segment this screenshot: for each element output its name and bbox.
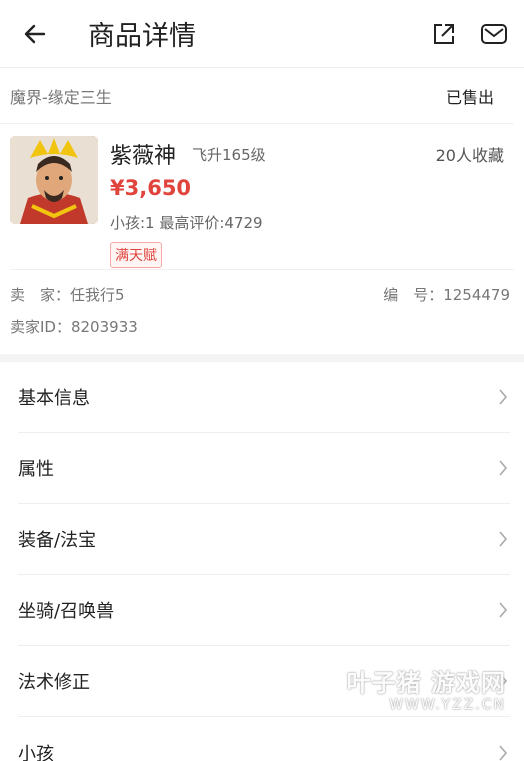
menu-item-children[interactable]: 小孩 bbox=[18, 717, 510, 761]
section-divider bbox=[0, 354, 524, 362]
back-button[interactable] bbox=[20, 19, 50, 49]
chevron-right-icon bbox=[496, 387, 510, 407]
menu-item-label: 基本信息 bbox=[18, 388, 90, 409]
menu-item-label: 属性 bbox=[18, 459, 54, 480]
chevron-right-icon bbox=[496, 458, 510, 478]
message-button[interactable] bbox=[480, 20, 508, 48]
listing-card[interactable]: 紫薇神 飞升165级 20人收藏 ¥3,650 小孩:1 最高评价:4729 满… bbox=[10, 124, 514, 270]
seller-id: 卖家ID：8203933 bbox=[10, 318, 138, 336]
detail-menu: 基本信息 属性 装备/法宝 坐骑/召唤兽 法术修正 小孩 bbox=[0, 362, 524, 761]
child-rating-info: 小孩:1 最高评价:4729 bbox=[110, 214, 263, 232]
seller-info: 卖 家：任我行5 编 号：1254479 卖家ID：8203933 bbox=[0, 270, 524, 354]
share-external-icon bbox=[434, 23, 454, 44]
mail-icon bbox=[481, 23, 507, 44]
chevron-right-icon bbox=[496, 529, 510, 549]
character-level: 飞升165级 bbox=[192, 146, 266, 164]
menu-item-attributes[interactable]: 属性 bbox=[18, 433, 510, 504]
favorite-count: 20人收藏 bbox=[435, 146, 504, 165]
character-avatar bbox=[10, 136, 98, 224]
menu-item-label: 法术修正 bbox=[18, 672, 90, 693]
chevron-right-icon bbox=[496, 671, 510, 691]
menu-item-label: 装备/法宝 bbox=[18, 530, 97, 551]
top-bar: 商品详情 bbox=[0, 0, 524, 68]
character-name: 紫薇神 bbox=[110, 144, 177, 169]
page-title: 商品详情 bbox=[88, 21, 196, 52]
menu-item-label: 小孩 bbox=[18, 743, 54, 761]
menu-item-spell-correction[interactable]: 法术修正 bbox=[18, 646, 510, 717]
server-name: 魔界-缘定三生 bbox=[10, 87, 112, 107]
chevron-right-icon bbox=[496, 743, 510, 761]
seller-name: 卖 家：任我行5 bbox=[10, 286, 125, 304]
menu-item-equipment[interactable]: 装备/法宝 bbox=[18, 504, 510, 575]
menu-item-label: 坐骑/召唤兽 bbox=[18, 601, 115, 622]
menu-item-basic-info[interactable]: 基本信息 bbox=[18, 362, 510, 433]
serial-number: 编 号：1254479 bbox=[383, 286, 510, 304]
talent-tag: 满天赋 bbox=[110, 242, 162, 268]
status-badge: 已售出 bbox=[445, 87, 494, 107]
server-row: 魔界-缘定三生 已售出 bbox=[0, 68, 514, 124]
arrow-left-icon bbox=[24, 24, 46, 43]
menu-item-mounts-pets[interactable]: 坐骑/召唤兽 bbox=[18, 575, 510, 646]
chevron-right-icon bbox=[496, 600, 510, 620]
price: ¥3,650 bbox=[110, 176, 192, 200]
share-button[interactable] bbox=[430, 20, 458, 48]
